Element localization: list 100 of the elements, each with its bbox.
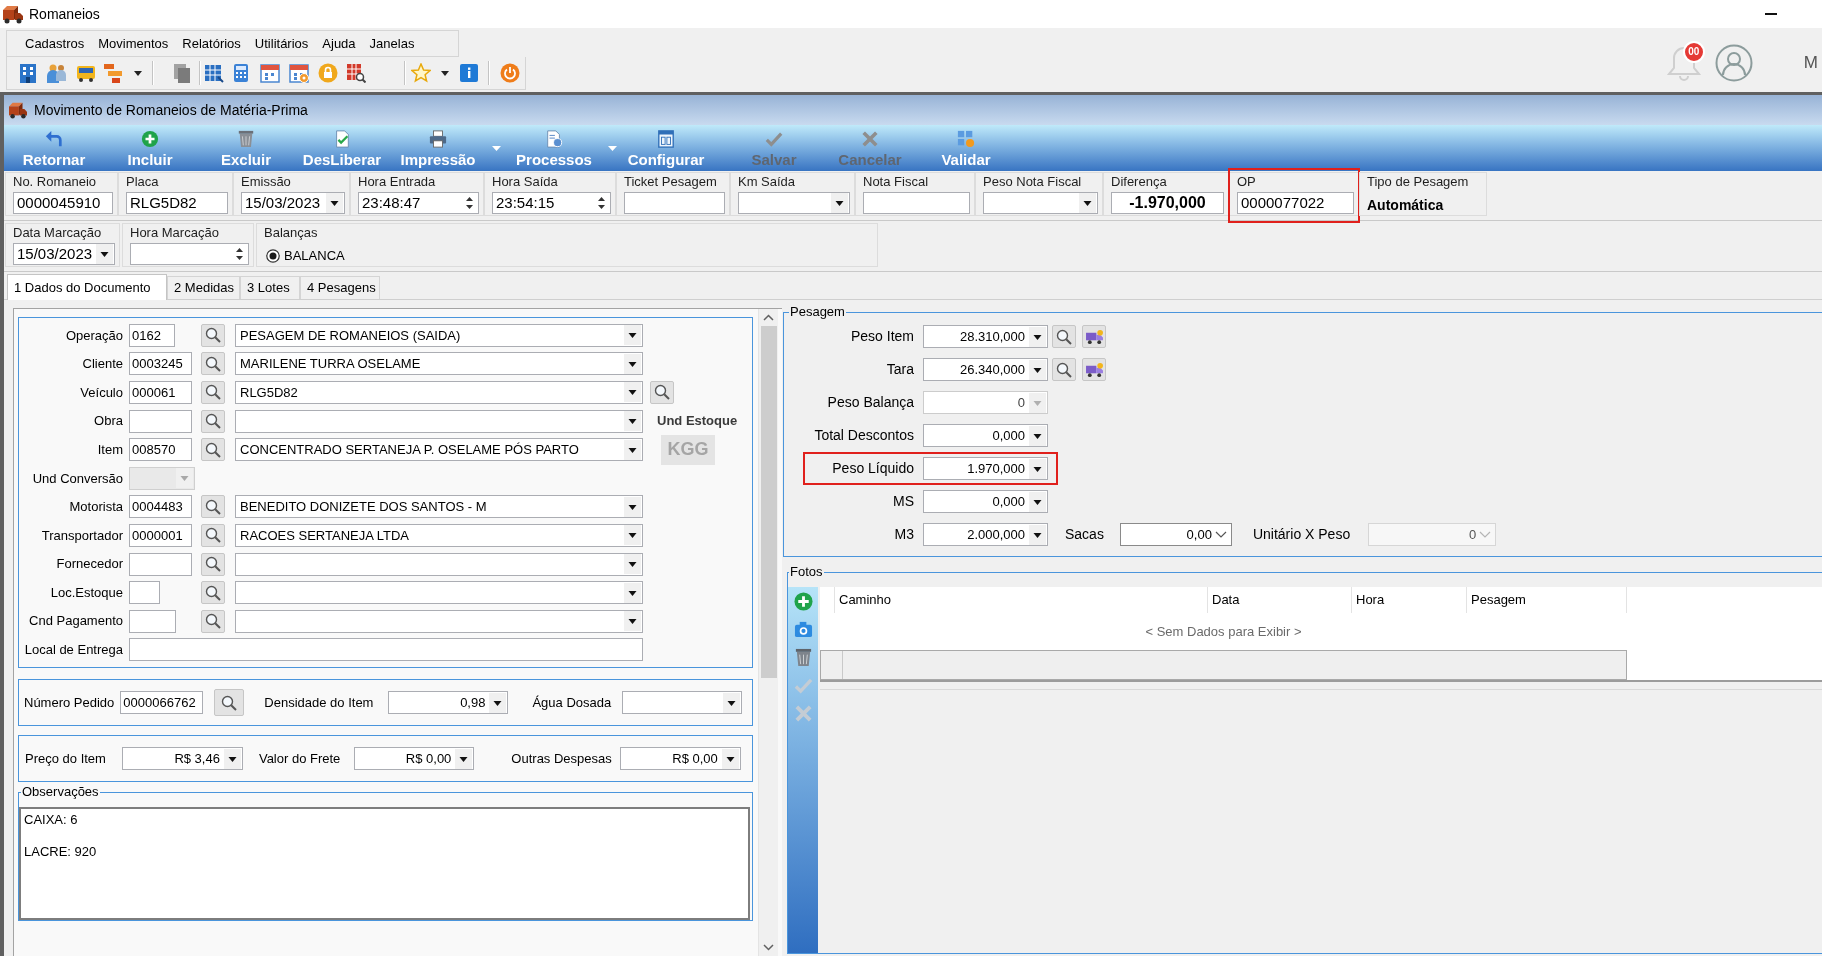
scroll-up-icon[interactable] — [763, 314, 774, 321]
tab[interactable]: 2 Medidas — [167, 276, 240, 299]
dropdown-field[interactable]: RLG5D82 — [235, 381, 643, 404]
calendar-gear-icon[interactable] — [289, 63, 309, 83]
code-field[interactable]: 0000001 — [129, 523, 192, 547]
dropdown-field[interactable]: RACOES SERTANEJA LTDA — [235, 523, 643, 547]
tab[interactable]: 1 Dados do Documento — [7, 274, 167, 300]
spin-arrows-icon[interactable] — [597, 196, 606, 210]
dropdown-field[interactable] — [235, 409, 643, 433]
camera-icon[interactable] — [793, 620, 813, 639]
date-picker[interactable]: 15/03/2023 — [241, 192, 345, 214]
dropdown-field[interactable]: 0,000 — [923, 424, 1048, 447]
search-button[interactable] — [1052, 358, 1076, 381]
search-button[interactable] — [201, 409, 225, 433]
dropdown-field[interactable]: BENEDITO DONIZETE DOS SANTOS - M — [235, 495, 643, 519]
dropdown-field[interactable]: R$ 0,00 — [354, 747, 475, 771]
plus-circle-icon[interactable] — [793, 592, 813, 611]
search-button[interactable] — [201, 438, 225, 462]
text-field[interactable] — [129, 638, 643, 662]
code-field[interactable] — [129, 581, 160, 605]
dropdown-field[interactable] — [738, 192, 850, 214]
search-button[interactable] — [201, 495, 225, 519]
bell-icon[interactable] — [1664, 44, 1703, 82]
dropdown-field[interactable] — [622, 691, 743, 715]
caret-down-icon[interactable] — [441, 70, 449, 76]
column-header[interactable]: Caminho — [835, 587, 1208, 613]
dropdown-field[interactable]: MARILENE TURRA OSELAME — [235, 352, 643, 376]
code-field[interactable] — [129, 552, 192, 576]
menu-item[interactable]: Janelas — [362, 31, 422, 56]
star-icon[interactable] — [411, 63, 431, 83]
people-icon[interactable] — [46, 63, 66, 83]
scrollbar-thumb[interactable] — [760, 326, 777, 678]
dropdown-field[interactable]: 28.310,000 — [923, 325, 1048, 348]
user-avatar-icon[interactable] — [1714, 44, 1753, 82]
column-header[interactable]: Pesagem — [1467, 587, 1627, 613]
menu-item[interactable]: Relatórios — [175, 31, 248, 56]
padlock-icon[interactable] — [318, 63, 338, 83]
truck-button[interactable] — [1082, 325, 1106, 348]
dropdown-field[interactable]: 0,00 — [1119, 523, 1232, 546]
calendar-grid-icon[interactable] — [204, 63, 224, 83]
radio-icon[interactable] — [266, 248, 280, 263]
dropdown-field[interactable] — [235, 609, 643, 633]
tab[interactable]: 4 Pesagens — [300, 276, 380, 299]
code-field[interactable] — [129, 409, 192, 433]
dropdown-field[interactable]: CONCENTRADO SERTANEJA P. OSELAME PÓS PARTO — [235, 438, 643, 462]
building-icon[interactable] — [18, 63, 38, 83]
menu-item[interactable]: Movimentos — [91, 31, 176, 56]
time-field[interactable] — [130, 243, 249, 265]
calendar-icon[interactable] — [260, 63, 280, 83]
table-search-icon[interactable] — [346, 63, 366, 83]
code-field[interactable]: 008570 — [129, 438, 192, 462]
caret-down-icon[interactable] — [134, 70, 142, 76]
code-field[interactable]: 0003245 — [129, 352, 192, 376]
documents-icon[interactable] — [172, 63, 192, 83]
dropdown-field[interactable] — [983, 192, 1098, 214]
stacked-bars-icon[interactable] — [103, 63, 123, 83]
text-field[interactable]: 0000077022 — [1237, 192, 1354, 214]
dropdown-field[interactable]: PESAGEM DE ROMANEIOS (SAIDA) — [235, 323, 643, 347]
code-field[interactable]: 0162 — [129, 323, 175, 347]
search-button[interactable] — [201, 552, 225, 576]
dropdown-field[interactable] — [235, 552, 643, 576]
text-field[interactable] — [624, 192, 725, 214]
dropdown-field[interactable] — [235, 581, 643, 605]
vertical-scrollbar[interactable] — [758, 309, 778, 956]
power-icon[interactable] — [500, 63, 520, 83]
text-field[interactable]: RLG5D82 — [126, 192, 228, 214]
search-button[interactable] — [201, 523, 225, 547]
time-field[interactable]: 23:54:15 — [492, 192, 611, 214]
search-button[interactable] — [201, 609, 225, 633]
spin-arrows-icon[interactable] — [235, 247, 244, 261]
menu-item[interactable]: Cadastros — [18, 31, 92, 56]
dropdown-field[interactable]: R$ 0,00 — [619, 747, 741, 771]
info-icon[interactable] — [459, 63, 479, 83]
text-field[interactable]: 0000066762 — [120, 691, 204, 715]
calculator-icon[interactable] — [231, 63, 251, 83]
dropdown-field[interactable]: 26.340,000 — [923, 358, 1048, 381]
column-header[interactable]: Hora — [1352, 587, 1467, 613]
code-field[interactable] — [129, 609, 176, 633]
code-field[interactable]: 000061 — [129, 381, 192, 404]
notes-field[interactable]: CAIXA: 6 LACRE: 920 — [19, 807, 750, 921]
search-button[interactable] — [201, 323, 225, 347]
trash-icon[interactable] — [793, 648, 813, 667]
dropdown-field[interactable]: R$ 3,46 — [121, 747, 243, 771]
date-picker[interactable]: 15/03/2023 — [13, 243, 115, 265]
text-field[interactable]: 0000045910 — [13, 192, 113, 214]
search-button[interactable] — [201, 381, 225, 404]
search-button[interactable] — [201, 581, 225, 605]
search-button[interactable] — [201, 352, 225, 376]
search-button[interactable] — [1052, 325, 1076, 348]
menu-item[interactable]: Ajuda — [315, 31, 363, 56]
radio-option[interactable]: BALANCA — [266, 246, 345, 266]
code-field[interactable]: 0004483 — [129, 495, 192, 519]
dropdown-field[interactable]: 1.970,000 — [923, 457, 1048, 480]
spin-arrows-icon[interactable] — [465, 196, 474, 210]
search-button[interactable] — [650, 381, 674, 404]
text-field[interactable] — [863, 192, 970, 214]
dropdown-field[interactable]: 0,000 — [923, 490, 1048, 513]
time-field[interactable]: 23:48:47 — [358, 192, 479, 214]
search-button[interactable] — [214, 689, 245, 717]
menu-item[interactable]: Utilitários — [247, 31, 316, 56]
